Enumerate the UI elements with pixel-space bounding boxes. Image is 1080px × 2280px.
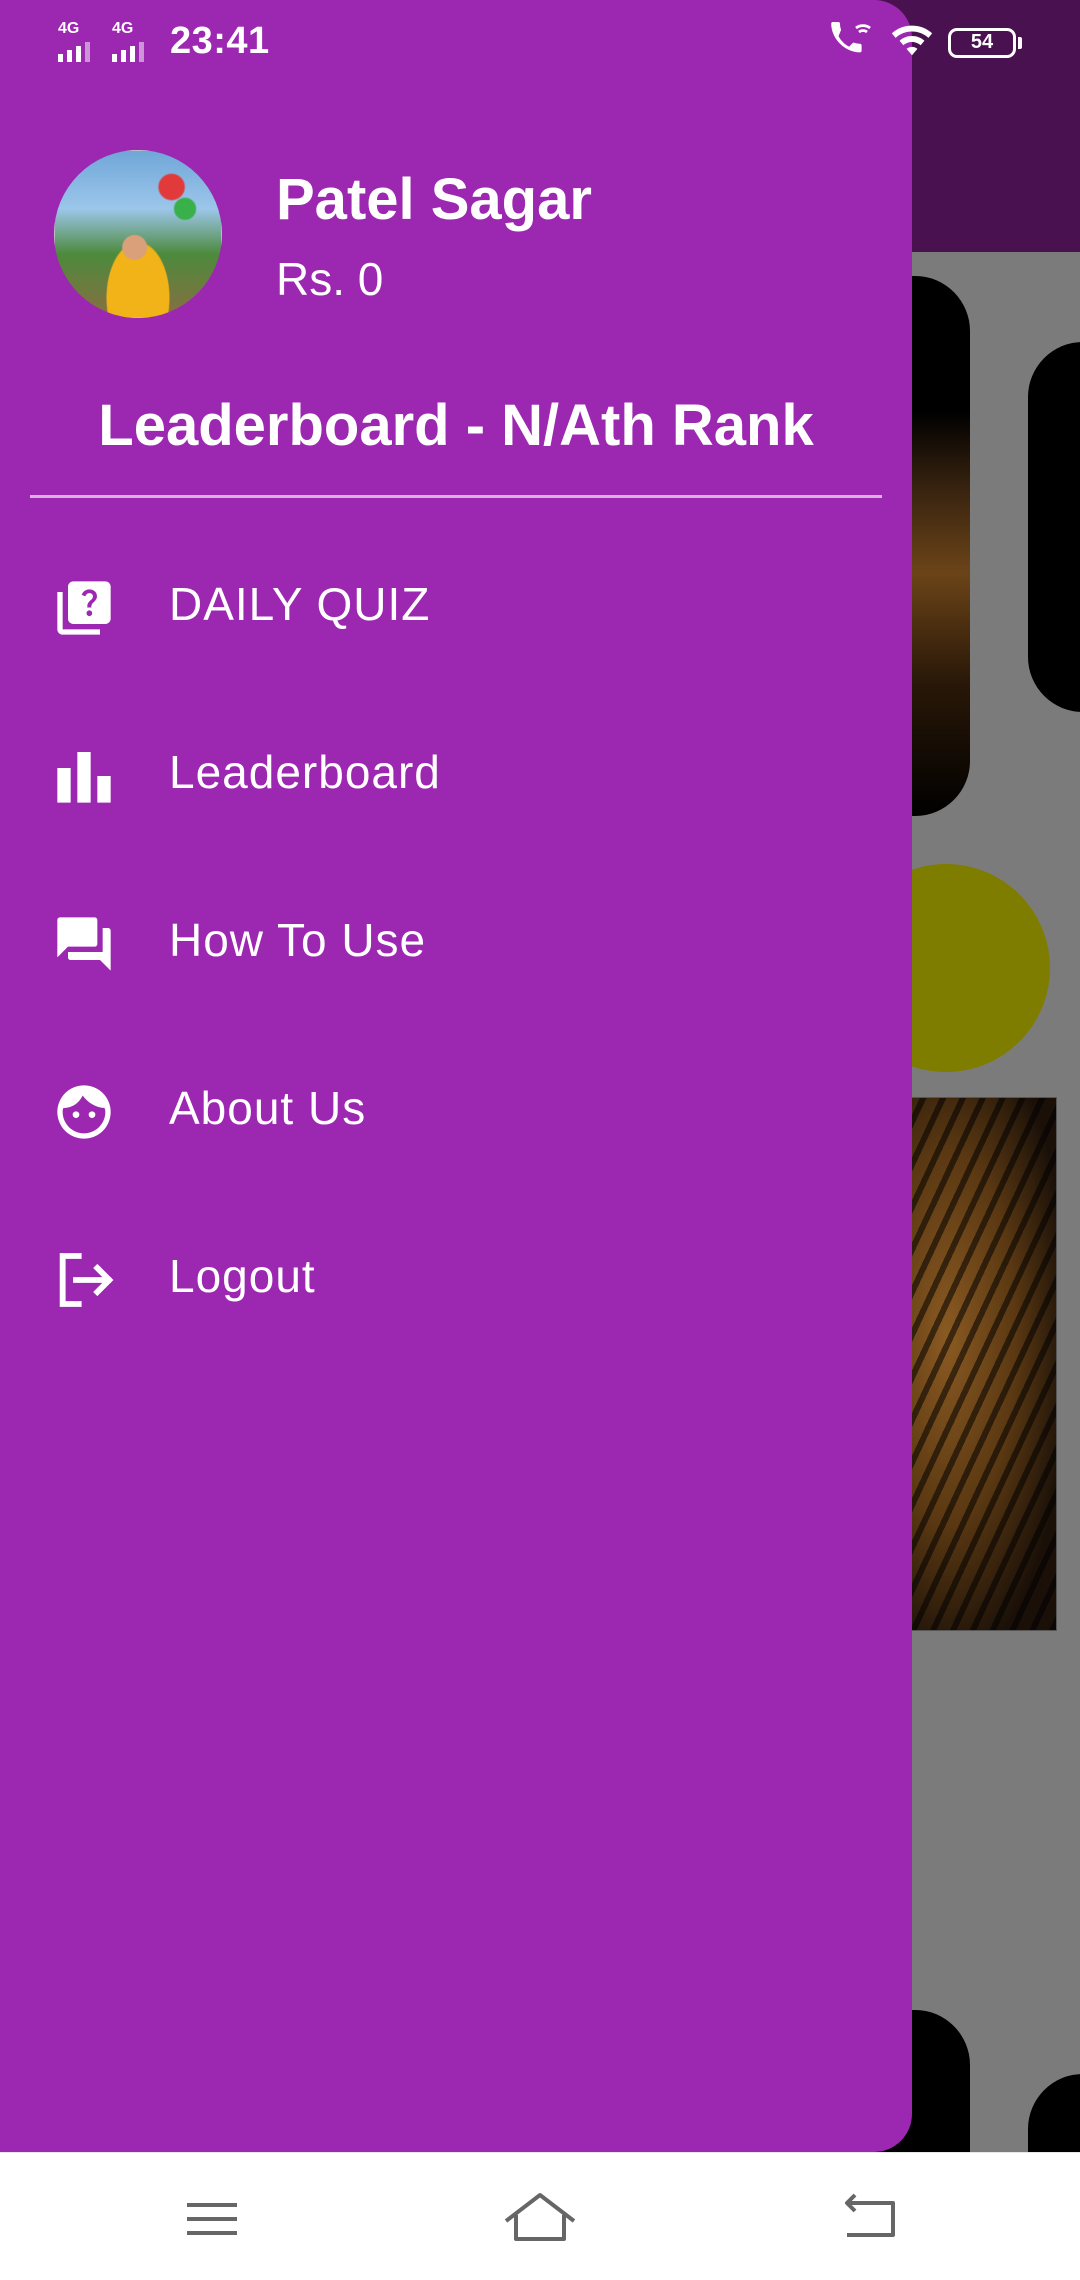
leaderboard-icon — [52, 744, 116, 808]
menu-icon[interactable] — [171, 2183, 251, 2253]
menu-item-label: Leaderboard — [169, 746, 441, 798]
background-tiger-image — [900, 1098, 1056, 1630]
user-balance: Rs. 0 — [276, 253, 384, 305]
menu-item-about-us[interactable]: About Us — [0, 1048, 912, 1168]
navigation-drawer: Patel Sagar Rs. 0 Leaderboard - N/Ath Ra… — [0, 0, 912, 2152]
back-icon[interactable] — [829, 2183, 909, 2253]
forum-icon — [52, 912, 116, 976]
status-bar: 4G 4G 23:41 54 — [0, 0, 1080, 84]
clock: 23:41 — [170, 20, 270, 62]
menu-item-daily-quiz[interactable]: DAILY QUIZ — [0, 544, 912, 664]
status-icons: 54 — [828, 20, 1022, 65]
home-icon[interactable] — [500, 2183, 580, 2253]
system-navigation-bar — [0, 2152, 1080, 2280]
face-icon — [52, 1080, 116, 1144]
menu-item-logout[interactable]: Logout — [0, 1216, 912, 1336]
signal-indicator: 4G — [112, 20, 144, 62]
menu-item-label: DAILY QUIZ — [169, 578, 431, 630]
menu-item-label: How To Use — [169, 914, 427, 966]
signal-bars-icon — [58, 42, 90, 62]
battery-level: 54 — [970, 31, 994, 53]
menu-item-label: About Us — [169, 1082, 367, 1134]
wifi-call-icon — [828, 20, 876, 65]
menu-item-label: Logout — [169, 1250, 316, 1302]
network-type-label: 4G — [58, 20, 80, 37]
menu-item-leaderboard[interactable]: Leaderboard — [0, 712, 912, 832]
menu-item-how-to-use[interactable]: How To Use — [0, 880, 912, 1000]
signal-indicator: 4G — [58, 20, 90, 62]
wifi-icon — [890, 22, 934, 63]
background-card — [1028, 342, 1080, 712]
quiz-icon — [52, 576, 116, 640]
leaderboard-rank: Leaderboard - N/Ath Rank — [98, 393, 814, 458]
signal-bars-icon — [112, 42, 144, 62]
divider — [30, 495, 882, 498]
user-name: Patel Sagar — [276, 167, 592, 232]
logout-icon — [52, 1248, 116, 1312]
avatar[interactable] — [54, 150, 222, 318]
battery-icon: 54 — [948, 27, 1022, 58]
network-type-label: 4G — [112, 20, 134, 37]
